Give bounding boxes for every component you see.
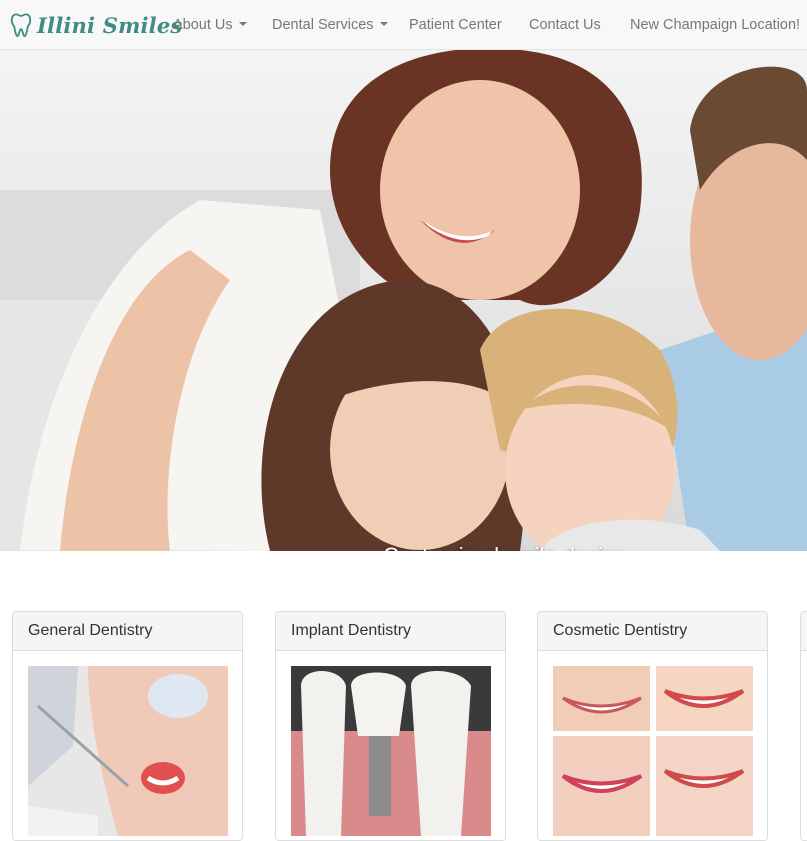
family-photo <box>0 50 807 551</box>
panel-heading-partial <box>801 612 807 651</box>
nav-services-dropdown[interactable]: Dental Services <box>272 0 388 50</box>
implant-dentistry-image <box>291 666 491 836</box>
brand-name: Illini Smiles <box>37 12 183 38</box>
nav-about-dropdown[interactable]: About Us <box>173 0 247 50</box>
panel-cosmetic-dentistry[interactable]: Cosmetic Dentistry <box>537 611 768 841</box>
panel-implant-dentistry[interactable]: Implant Dentistry <box>275 611 506 841</box>
panel-title: Cosmetic Dentistry <box>538 612 767 651</box>
panel-general-dentistry[interactable]: General Dentistry <box>12 611 243 841</box>
brand-link[interactable]: Illini Smiles <box>10 8 182 42</box>
panel-title: General Dentistry <box>13 612 242 651</box>
panel-title: Implant Dentistry <box>276 612 505 651</box>
cosmetic-dentistry-image <box>553 666 753 836</box>
caret-down-icon <box>379 22 388 27</box>
navbar: Illini Smiles About Us Dental Services P… <box>0 0 807 50</box>
nav-services-label: Dental Services <box>272 17 374 33</box>
hero-carousel[interactable]: Customized smile design <box>0 50 807 551</box>
nav-patient-center[interactable]: Patient Center <box>409 0 502 50</box>
caret-down-icon <box>238 22 247 27</box>
nav-new-location[interactable]: New Champaign Location! <box>630 0 800 50</box>
general-dentistry-image <box>28 666 228 836</box>
panel-partial[interactable] <box>800 611 807 841</box>
nav-contact-us[interactable]: Contact Us <box>529 0 601 50</box>
tooth-icon <box>10 13 32 37</box>
hero-caption: Customized smile design <box>383 543 628 551</box>
nav-about-label: About Us <box>173 17 233 33</box>
